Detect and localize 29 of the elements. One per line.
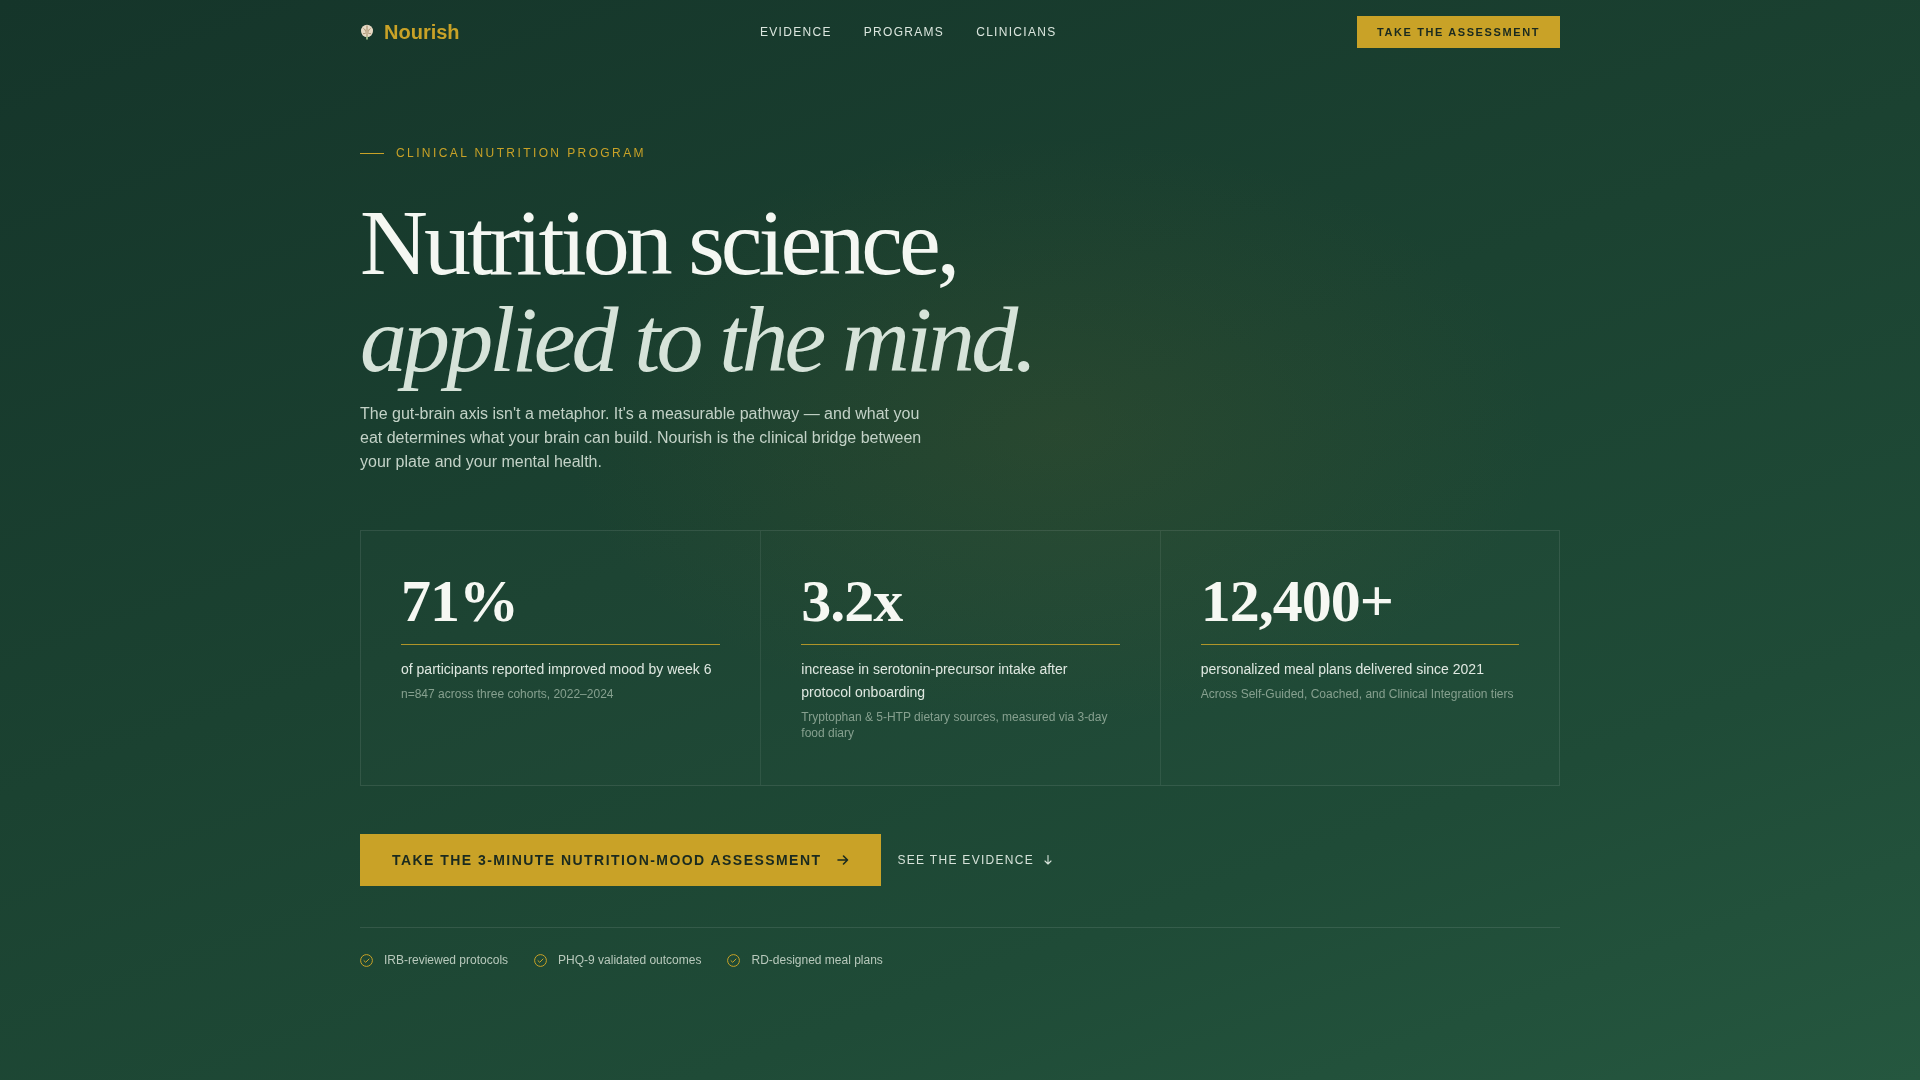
headline: Nutrition science, [360, 194, 957, 291]
trust-label: IRB-reviewed protocols [384, 953, 509, 967]
nav-link[interactable]: EVIDENCE [760, 25, 832, 39]
check-circle-icon [727, 953, 741, 967]
nav-link[interactable]: CLINICIANS [976, 25, 1057, 39]
nav-link[interactable]: PROGRAMS [863, 25, 945, 39]
assessment-button[interactable]: TAKE THE ASSESSMENT [1356, 16, 1560, 48]
stat-note: Across Self-Guided, Coached, and Clinical Integration tiers [1200, 686, 1515, 702]
stat-value: 3.2x [801, 571, 903, 631]
lead-paragraph: The gut-brain axis isn't a metaphor. It's a measurable pathway — and what you eat determines what your brain can build. Nourish is the clinical bridge between your plate and your mental health. [360, 404, 923, 472]
logo-text: Nourish [384, 20, 460, 44]
arrow-down-icon [1044, 855, 1053, 865]
brain-icon [360, 24, 374, 40]
stat-note: Tryptophan & 5-HTP dietary sources, measured via 3-day food diary [801, 709, 1109, 741]
check-circle-icon [360, 953, 373, 967]
stat-label: of participants reported improved mood by week 6 [401, 660, 713, 679]
evidence-link[interactable]: SEE THE EVIDENCE [897, 853, 1053, 867]
primary-cta-button[interactable]: TAKE THE 3-MINUTE NUTRITION-MOOD ASSESSMENT [360, 834, 882, 886]
eyebrow-label: CLINICAL NUTRITION PROGRAM [396, 146, 646, 160]
stat-value: 12,400+ [1200, 571, 1393, 631]
check-circle-icon [534, 953, 548, 967]
stat-note: n=847 across three cohorts, 2022–2024 [401, 686, 615, 702]
trust-label: PHQ-9 validated outcomes [558, 953, 702, 967]
arrow-right-icon [837, 854, 850, 866]
stat-value: 71% [401, 571, 518, 631]
stat-label: personalized meal plans delivered since 2021 [1200, 660, 1485, 679]
stat-label: increase in serotonin-precursor intake after protocol onboarding [801, 660, 1069, 702]
logo[interactable]: Nourish [360, 20, 460, 44]
trust-label: RD-designed meal plans [751, 953, 883, 967]
